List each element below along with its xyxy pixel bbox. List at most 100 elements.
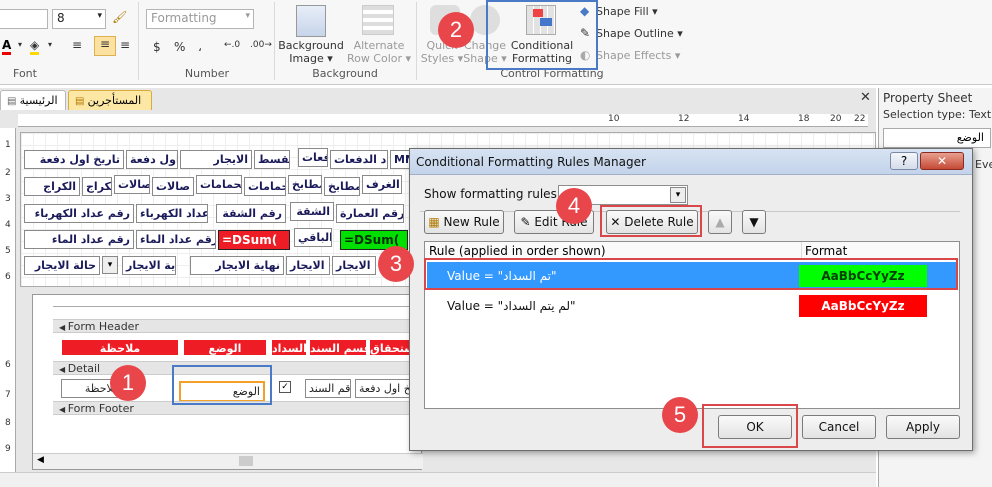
highlight-box-ok [702, 404, 798, 448]
format-box-value: Formatting [151, 11, 217, 25]
field-rent-end[interactable]: نهاية الايجار [286, 256, 330, 275]
align-center-icon[interactable]: ≡ [94, 36, 116, 56]
label-rent-end[interactable]: نهاية الايجار [190, 256, 284, 275]
move-up-icon[interactable]: ▲ [708, 210, 732, 234]
shape-fill-button[interactable]: Shape Fill ▾ [596, 5, 676, 18]
font-size-box[interactable]: 8 ▾ [52, 9, 106, 29]
new-rule-button[interactable]: ▦ New Rule [424, 210, 504, 234]
callout-5: 5 [662, 397, 698, 433]
field-apartment[interactable]: الشقة [290, 202, 334, 221]
field-first-payment-date[interactable]: تاريخ اول دفعة [126, 150, 178, 169]
label-water-meter[interactable]: رقم عداد الماء [24, 230, 134, 249]
detail-field-receipt[interactable]: قم السند [305, 379, 351, 398]
background-image-button[interactable]: Background Image ▾ [278, 39, 344, 65]
help-button[interactable]: ? [890, 152, 918, 170]
highlight-box-delete-rule [600, 205, 702, 237]
comma-icon[interactable]: ، [198, 40, 202, 54]
align-right-icon[interactable]: ≡ [120, 38, 130, 52]
highlight-box-selected-rule [424, 258, 958, 290]
subform-horizontal-scrollbar[interactable]: ◀ [33, 453, 423, 469]
shape-outline-button[interactable]: Shape Outline ▾ [596, 27, 686, 40]
callout-3: 3 [378, 246, 414, 282]
callout-4: 4 [556, 188, 592, 224]
label-first-payment-date[interactable]: تاريخ اول دفعة [24, 150, 124, 169]
currency-icon[interactable]: $ [153, 40, 161, 54]
highlight-box-conditional-formatting [486, 0, 598, 70]
tab-home-label: الرئيسية [19, 94, 58, 107]
vertical-ruler: 12345667891 [0, 128, 16, 487]
header-payment[interactable]: السداد [271, 339, 307, 356]
tab-tenants-label: المستأجرين [87, 94, 142, 107]
selection-dropdown[interactable]: الوضع [883, 128, 991, 148]
dialog-title: Conditional Formatting Rules Manager [416, 155, 646, 169]
label-rooms[interactable]: الغرف [362, 175, 402, 194]
label-kitchens[interactable]: المطابخ [288, 175, 322, 194]
header-receipt[interactable]: قسم السند [309, 339, 367, 356]
detail-checkbox[interactable]: ✓ [279, 381, 291, 393]
alternate-row-color-button[interactable]: Alternate Row Color ▾ [346, 39, 412, 65]
property-sheet-title: Property Sheet [883, 91, 973, 105]
format-box[interactable]: Formatting ▾ [146, 9, 254, 29]
chevron-down-icon[interactable]: ▾ [670, 187, 686, 203]
label-remaining[interactable]: الباقي [294, 228, 332, 247]
label-installment[interactable]: القسط [254, 150, 290, 169]
fill-color-icon[interactable]: ◈ [30, 38, 40, 55]
field-halls[interactable]: صالات [152, 177, 194, 196]
field-dsum-red[interactable]: =DSum( [218, 230, 290, 250]
form-footer-label: Form Footer [67, 402, 134, 415]
close-document-icon[interactable]: ✕ [860, 90, 871, 105]
new-rule-label: New Rule [443, 215, 500, 229]
callout-1: 1 [110, 365, 146, 401]
number-group-label: Number [184, 67, 230, 80]
background-group-label: Background [312, 67, 378, 80]
tab-tenants[interactable]: ▤ المستأجرين [68, 90, 152, 110]
header-note[interactable]: ملاحظة [61, 339, 179, 356]
font-size-value: 8 [57, 11, 65, 25]
label-building-number[interactable]: رقم العمارة [336, 204, 404, 223]
font-color-icon[interactable]: A [2, 38, 12, 55]
format-painter-icon[interactable]: 🖌 [112, 10, 127, 24]
label-halls[interactable]: صالات [114, 175, 150, 194]
label-electricity-meter[interactable]: رقم عداد الكهرباء [24, 204, 134, 223]
close-dialog-button[interactable]: ✕ [920, 152, 964, 170]
field-bathrooms[interactable]: الحمامات [244, 177, 286, 196]
apply-button[interactable]: Apply [886, 415, 960, 439]
field-garage[interactable]: الكراج [82, 177, 112, 196]
field-kitchens[interactable]: مطابخ [324, 177, 360, 196]
alternate-row-color-icon [362, 5, 394, 35]
background-image-icon[interactable] [296, 5, 326, 37]
property-sheet-tab-event[interactable]: Eve [975, 158, 992, 171]
font-name-box[interactable] [0, 9, 48, 29]
label-garage[interactable]: الكراج [24, 177, 80, 196]
column-header-rule: Rule (applied in order shown) [429, 244, 606, 258]
increase-decimals-icon[interactable]: ←.0 [224, 40, 240, 50]
shape-effects-button[interactable]: Shape Effects ▾ [596, 49, 686, 62]
cancel-button[interactable]: Cancel [802, 415, 876, 439]
scrollbar-thumb[interactable] [239, 456, 253, 466]
move-down-icon[interactable]: ▼ [742, 210, 766, 234]
field-rent[interactable]: الايجار [180, 150, 252, 169]
main-horizontal-scrollbar[interactable] [0, 472, 876, 487]
label-bathrooms[interactable]: الحمامات [196, 175, 242, 194]
label-payment-count[interactable]: عدد الدفعات [330, 150, 388, 169]
header-status[interactable]: الوضع [183, 339, 267, 356]
align-left-icon[interactable]: ≡ [72, 38, 82, 52]
rule-row-2[interactable]: Value = "لم يتم السداد" AaBbCcYyZz [427, 292, 957, 320]
subform-header-row: ملاحظة الوضع السداد قسم السند الاستحقاق [61, 339, 423, 357]
tab-home[interactable]: ▤ الرئيسية [0, 90, 66, 110]
detail-label: Detail [67, 362, 101, 375]
highlight-box-status-field [172, 365, 272, 405]
label-payments[interactable]: دفعات [298, 148, 328, 167]
label-apartment-number[interactable]: رقم الشقة [216, 204, 286, 223]
field-water-meter[interactable]: رقم عداد الماء [136, 230, 216, 249]
percent-icon[interactable]: % [174, 40, 185, 54]
rent-status-dropdown-icon[interactable]: ▾ [102, 256, 118, 274]
decrease-decimals-icon[interactable]: .00→ [250, 40, 272, 50]
field-rent-start[interactable]: بداية الايجار [122, 256, 176, 275]
label-rent-start[interactable]: بداية الايجار [332, 256, 376, 275]
subform-form-header-bar[interactable]: ◀ Form Header [53, 319, 423, 333]
label-rent-status[interactable]: حالة الايجار [24, 256, 100, 275]
new-rule-icon: ▦ [428, 215, 444, 229]
font-group-label: Font [13, 67, 37, 80]
field-electricity-meter[interactable]: رقم عداد الكهرباء [136, 204, 208, 223]
